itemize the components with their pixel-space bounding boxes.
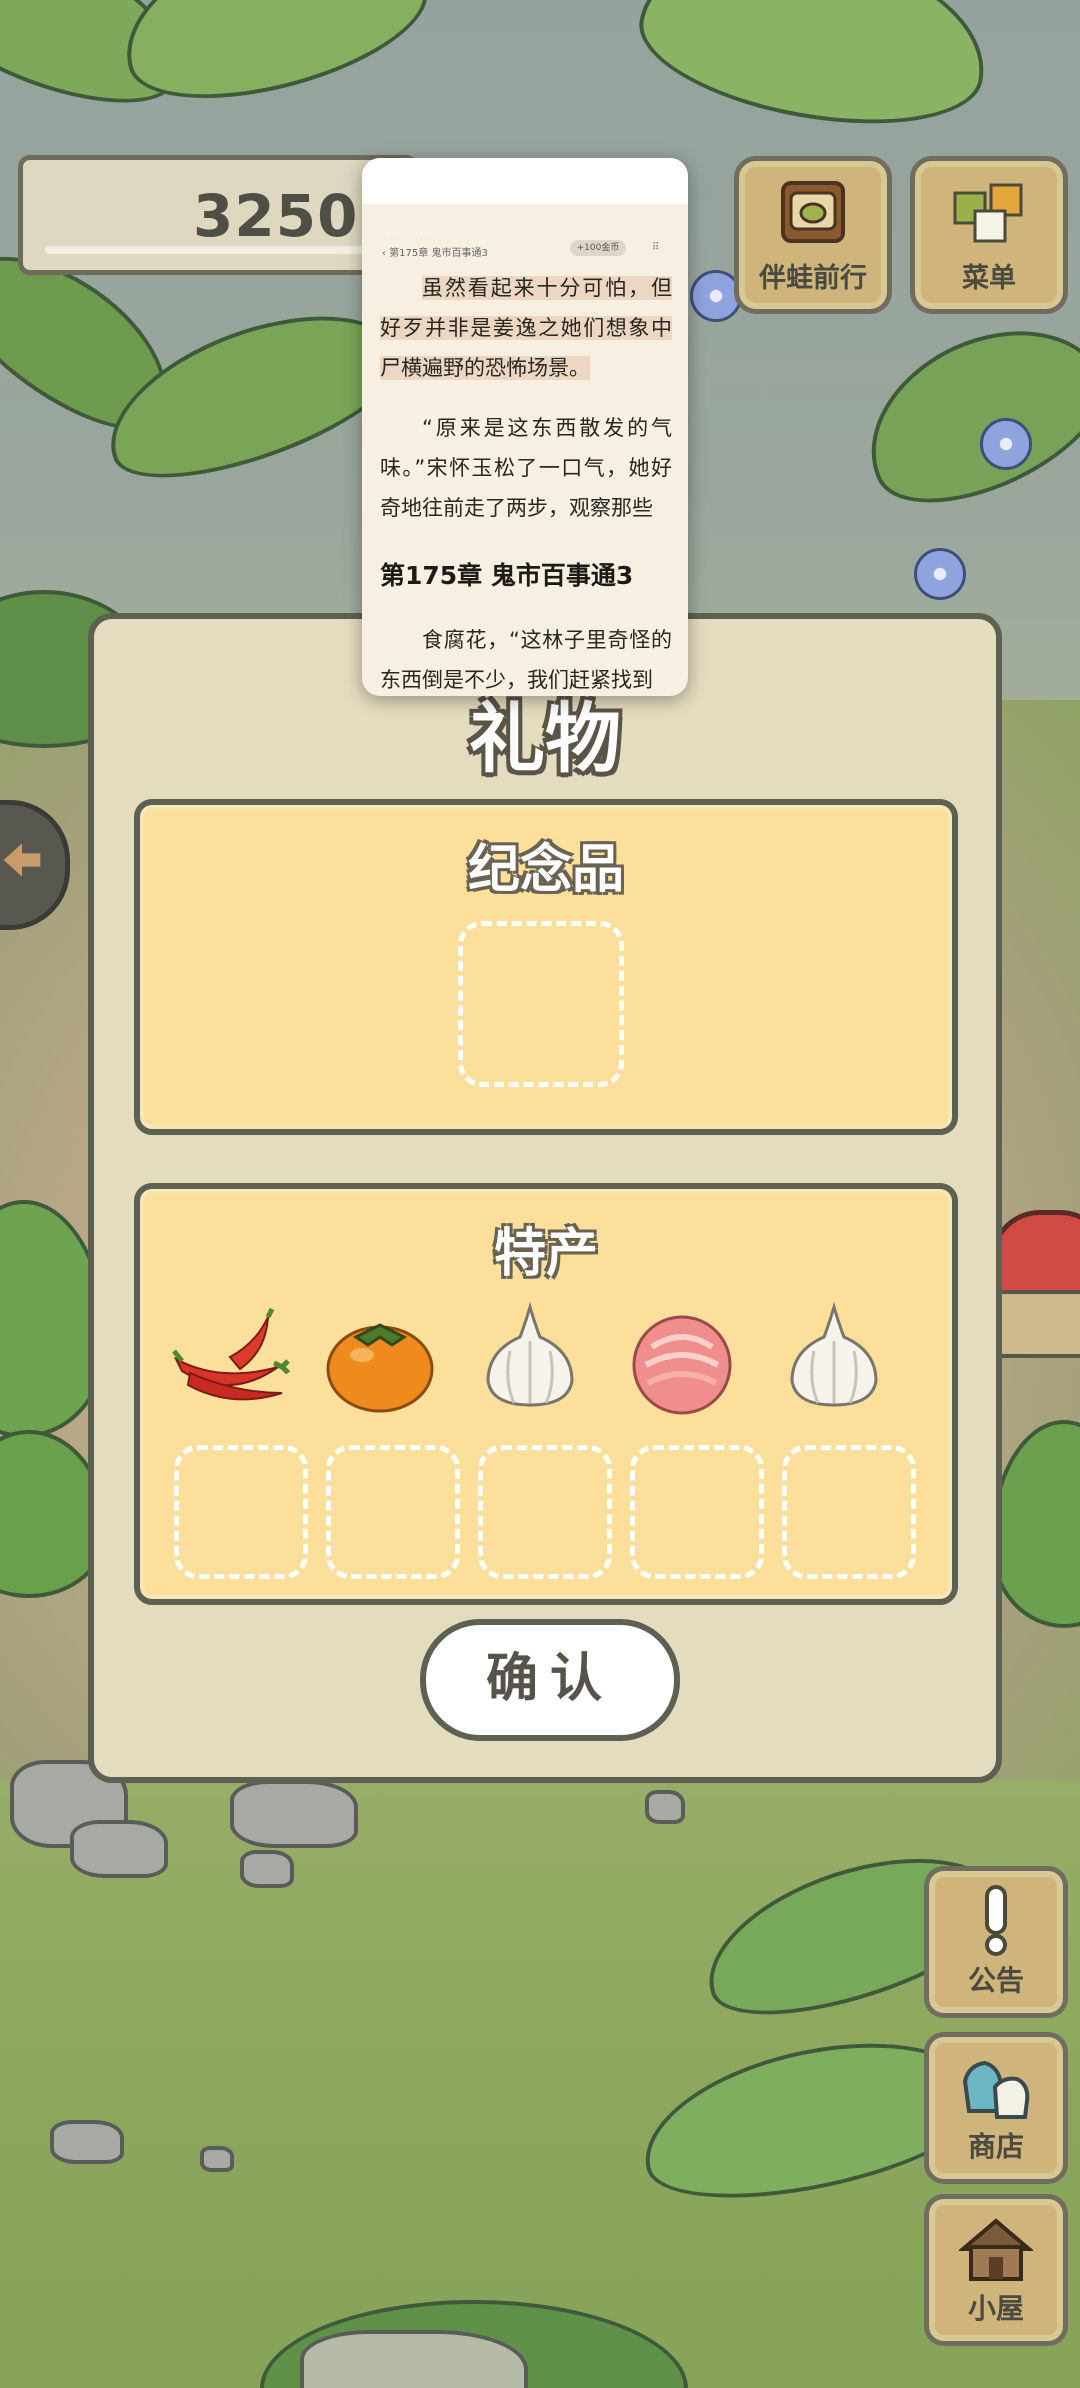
specialty-slot[interactable]	[326, 1445, 460, 1579]
highlighted-text: 虽然看起来十分可怕，但好歹并非是姜逸之她们想象中尸横遍野的恐怖场景。	[380, 276, 672, 380]
travel-book-icon	[781, 181, 845, 243]
mailbox-post	[990, 1290, 1080, 1358]
floating-reader-window[interactable]: · · · · · · · · · · ‹ 第175章 鬼市百事通3 +100金…	[362, 158, 688, 696]
clover-counter: 3250	[18, 155, 418, 275]
shop-bags-icon	[962, 2060, 1030, 2119]
rock	[50, 2120, 124, 2164]
specialty-slot[interactable]	[174, 1445, 308, 1579]
specialty-slot[interactable]	[478, 1445, 612, 1579]
rock	[70, 1820, 168, 1878]
menu-button-label: 菜单	[962, 263, 1016, 294]
reader-chapter-title: 第175章 鬼市百事通3	[380, 561, 634, 590]
reader-coin-chip[interactable]: +100金币	[570, 240, 626, 256]
reader-chapter-header[interactable]: ‹ 第175章 鬼市百事通3	[382, 244, 488, 259]
reader-paragraph: “原来是这东西散发的气味。”宋怀玉松了一口气，她好奇地往前走了两步，观察那些	[380, 416, 672, 520]
reader-top-bar[interactable]	[362, 158, 688, 204]
notice-button[interactable]: 公告	[924, 1866, 1068, 2018]
house-button[interactable]: 小屋	[924, 2194, 1068, 2346]
rock	[230, 1780, 358, 1848]
reader-paragraph: 食腐花，“这林子里奇怪的东西倒是不少，我们赶紧找到	[380, 628, 672, 692]
notice-button-label: 公告	[967, 1964, 1024, 1997]
counter-underline	[45, 246, 395, 254]
garlic-icon[interactable]	[470, 1301, 590, 1411]
clover-count: 3250	[193, 182, 359, 250]
travel-with-frog-button[interactable]: 伴蛙前行	[734, 156, 892, 314]
shop-button[interactable]: 商店	[924, 2032, 1068, 2184]
specialty-section-title: 特产	[493, 1224, 598, 1284]
menu-button[interactable]: 菜单	[910, 156, 1068, 314]
gift-panel: 礼物 纪念品 特产 确认	[88, 613, 1002, 1783]
travel-button-label: 伴蛙前行	[759, 263, 867, 294]
rock	[200, 2146, 234, 2172]
house-button-label: 小屋	[967, 2292, 1024, 2325]
morning-glory-flower	[980, 418, 1032, 470]
specialty-section: 特产	[134, 1183, 958, 1605]
specialty-slot[interactable]	[782, 1445, 916, 1579]
souvenir-section: 纪念品	[134, 799, 958, 1135]
rock	[240, 1850, 294, 1888]
garlic-icon[interactable]	[774, 1301, 894, 1411]
rock	[645, 1790, 685, 1824]
souvenir-slot[interactable]	[458, 921, 624, 1087]
back-arrow-icon	[3, 843, 41, 877]
house-icon	[959, 2218, 1033, 2281]
reader-grid-icon[interactable]: ⠿	[652, 242, 659, 253]
exclamation-icon	[985, 1885, 1007, 1956]
persimmon-icon[interactable]	[320, 1307, 440, 1417]
shop-button-label: 商店	[967, 2130, 1024, 2163]
peach-icon[interactable]	[622, 1307, 742, 1417]
reader-paragraph: 虽然看起来十分可怕，但好歹并非是姜逸之她们想象中尸横遍野的恐怖场景。	[380, 268, 672, 388]
souvenir-section-title: 纪念品	[467, 840, 624, 900]
specialty-slot[interactable]	[630, 1445, 764, 1579]
menu-cards-icon	[953, 183, 1023, 243]
rock	[300, 2330, 528, 2388]
reader-faint-text: · · · · · · · · · ·	[390, 236, 427, 243]
chili-pepper-icon[interactable]	[170, 1307, 290, 1417]
confirm-button[interactable]: 确认	[420, 1619, 680, 1741]
morning-glory-flower	[914, 548, 966, 600]
